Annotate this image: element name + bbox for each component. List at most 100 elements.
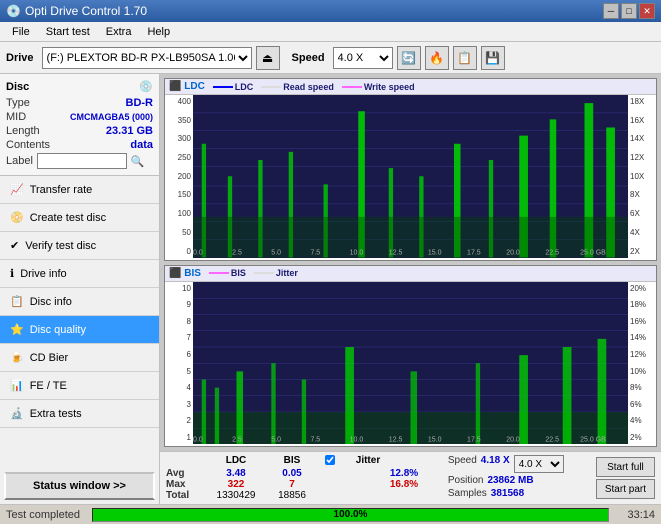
label-icon[interactable]: 🔍 xyxy=(131,155,145,168)
disc-panel-header: Disc 💿 xyxy=(6,80,153,93)
sidebar-item-disc-quality[interactable]: ⭐ Disc quality xyxy=(0,316,159,344)
sidebar-item-disc-info[interactable]: 📋 Disc info xyxy=(0,288,159,316)
sidebar-item-label-cd-bier: CD Bier xyxy=(30,352,69,364)
svg-text:5.0: 5.0 xyxy=(271,249,281,256)
ldc-y-axis-left: 400 350 300 250 200 150 100 50 0 xyxy=(165,95,193,258)
svg-text:0.0: 0.0 xyxy=(193,249,203,256)
sidebar-item-label-disc-quality: Disc quality xyxy=(30,324,86,336)
stats-avg-ldc: 3.48 xyxy=(210,468,262,479)
titlebar: 💿 Opti Drive Control 1.70 ─ □ ✕ xyxy=(0,0,661,22)
app-title: Opti Drive Control 1.70 xyxy=(25,4,147,18)
sidebar-item-label-transfer-rate: Transfer rate xyxy=(30,184,93,196)
stats-jitter-header: Jitter xyxy=(342,455,394,468)
ldc-y-axis-right: 18X 16X 14X 12X 10X 8X 6X 4X 2X xyxy=(628,95,656,258)
ldc-legend-write: Write speed xyxy=(342,82,415,92)
start-part-button[interactable]: Start part xyxy=(596,479,655,499)
ldc-chart-title: ⬛ LDC LDC Read speed Write speed xyxy=(165,79,656,95)
burn-button[interactable]: 🔥 xyxy=(425,46,449,70)
sidebar-item-label-create-test-disc: Create test disc xyxy=(30,212,106,224)
svg-text:22.5: 22.5 xyxy=(545,249,559,256)
status-window-button[interactable]: Status window >> xyxy=(4,472,155,500)
svg-text:17.5: 17.5 xyxy=(467,436,481,443)
sidebar-item-label-disc-info: Disc info xyxy=(30,296,72,308)
titlebar-title: 💿 Opti Drive Control 1.70 xyxy=(6,4,147,18)
stats-avg-jitter: 12.8% xyxy=(378,468,430,479)
stats-check-col xyxy=(322,455,338,468)
menu-file[interactable]: File xyxy=(4,24,38,40)
samples-label: Samples xyxy=(448,488,487,499)
sidebar-item-fe-te[interactable]: 📊 FE / TE xyxy=(0,372,159,400)
stats-total-ldc: 1330429 xyxy=(210,490,262,501)
menu-extra[interactable]: Extra xyxy=(98,24,140,40)
eject-button[interactable]: ⏏ xyxy=(256,46,280,70)
app-icon: 💿 xyxy=(6,4,21,18)
bis-legend-bis-color xyxy=(209,272,229,274)
disc-label-key: Label xyxy=(6,155,33,167)
info-button[interactable]: 📋 xyxy=(453,46,477,70)
sidebar-item-label-fe-te: FE / TE xyxy=(30,380,67,392)
speed-select[interactable]: 4.0 X xyxy=(333,47,393,69)
stats-table: LDC BIS Jitter Avg 3.48 0.05 12.8% Max xyxy=(166,455,440,501)
disc-quality-icon: ⭐ xyxy=(10,323,24,336)
bis-chart-box: ⬛ BIS BIS Jitter 10 9 8 7 xyxy=(164,265,657,448)
svg-text:20.0: 20.0 xyxy=(506,249,520,256)
bis-y-axis-right: 20% 18% 16% 14% 12% 10% 8% 6% 4% 2% xyxy=(628,282,656,445)
progress-bar-fill: 100.0% xyxy=(93,509,608,521)
sidebar-item-verify-test-disc[interactable]: ✔ Verify test disc xyxy=(0,232,159,260)
speed-current-value: 4.18 X xyxy=(481,455,510,473)
minimize-button[interactable]: ─ xyxy=(603,3,619,19)
drive-select[interactable]: (F:) PLEXTOR BD-R PX-LB950SA 1.06 xyxy=(42,47,252,69)
menu-help[interactable]: Help xyxy=(139,24,178,40)
disc-length-value: 23.31 GB xyxy=(106,125,153,137)
position-label: Position xyxy=(448,475,484,486)
samples-row: Samples 381568 xyxy=(448,488,588,499)
content-area: ⬛ LDC LDC Read speed Write speed xyxy=(160,74,661,504)
close-button[interactable]: ✕ xyxy=(639,3,655,19)
sidebar-item-transfer-rate[interactable]: 📈 Transfer rate xyxy=(0,176,159,204)
drive-info-icon: ℹ xyxy=(10,267,14,280)
sidebar-item-label-drive-info: Drive info xyxy=(20,268,66,280)
ldc-legend-write-color xyxy=(342,86,362,88)
sidebar-item-extra-tests[interactable]: 🔬 Extra tests xyxy=(0,400,159,428)
sidebar-item-drive-info[interactable]: ℹ Drive info xyxy=(0,260,159,288)
stats-max-bis: 7 xyxy=(266,479,318,490)
svg-text:15.0: 15.0 xyxy=(428,436,442,443)
progress-area: Test completed 100.0% 33:14 xyxy=(0,504,661,524)
speed-current-label: Speed xyxy=(448,455,477,473)
stats-total-blank xyxy=(322,490,374,501)
stats-total-label: Total xyxy=(166,490,206,501)
disc-section-label: Disc xyxy=(6,81,29,93)
jitter-checkbox[interactable] xyxy=(325,455,335,465)
svg-text:7.5: 7.5 xyxy=(310,249,320,256)
sidebar-item-create-test-disc[interactable]: 📀 Create test disc xyxy=(0,204,159,232)
bis-chart-area: 0.0 2.5 5.0 7.5 10.0 12.5 15.0 17.5 20.0… xyxy=(193,282,628,445)
disc-label-input[interactable] xyxy=(37,153,127,169)
disc-info-icon: 📋 xyxy=(10,295,24,308)
create-test-disc-icon: 📀 xyxy=(10,211,24,224)
svg-text:10.0: 10.0 xyxy=(350,249,364,256)
stats-empty-header xyxy=(166,455,206,468)
bis-legend-jitter: Jitter xyxy=(254,268,298,278)
maximize-button[interactable]: □ xyxy=(621,3,637,19)
disc-mid-value: CMCMAGBA5 (000) xyxy=(70,112,153,122)
stats-total-blank2 xyxy=(378,490,430,501)
ldc-legend-read: Read speed xyxy=(261,82,334,92)
stats-avg-row: Avg 3.48 0.05 12.8% xyxy=(166,468,440,479)
bis-y-axis-left: 10 9 8 7 6 5 4 3 2 1 xyxy=(165,282,193,445)
position-value: 23862 MB xyxy=(487,475,533,486)
stats-max-row: Max 322 7 16.8% xyxy=(166,479,440,490)
titlebar-controls: ─ □ ✕ xyxy=(603,3,655,19)
progress-bar-background: 100.0% xyxy=(92,508,609,522)
disc-contents-row: Contents data xyxy=(6,139,153,151)
svg-text:0.0: 0.0 xyxy=(193,436,203,443)
disc-contents-key: Contents xyxy=(6,139,50,151)
refresh-button[interactable]: 🔄 xyxy=(397,46,421,70)
sidebar-item-cd-bier[interactable]: 🍺 CD Bier xyxy=(0,344,159,372)
speed-info-row: Speed 4.18 X 4.0 X xyxy=(448,455,588,473)
menu-start-test[interactable]: Start test xyxy=(38,24,98,40)
start-full-button[interactable]: Start full xyxy=(596,457,655,477)
save-button[interactable]: 💾 xyxy=(481,46,505,70)
ldc-legend-read-color xyxy=(261,86,281,88)
stats-speed-select[interactable]: 4.0 X xyxy=(514,455,564,473)
sidebar-item-label-verify-test-disc: Verify test disc xyxy=(25,240,96,252)
